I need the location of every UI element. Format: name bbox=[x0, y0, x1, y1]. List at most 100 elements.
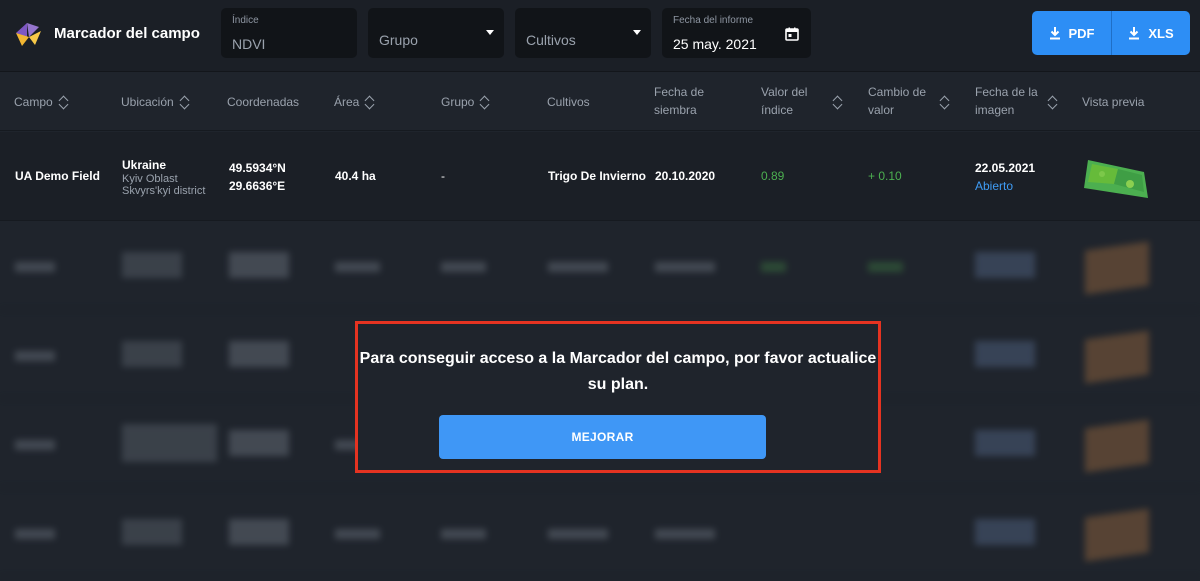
blurred-text bbox=[335, 262, 380, 272]
blurred-text bbox=[229, 430, 289, 456]
column-header-sowing-date: Fecha de siembra bbox=[654, 83, 704, 119]
column-header-image-date-line1: Fecha de la bbox=[975, 85, 1038, 99]
export-xls-label: XLS bbox=[1148, 25, 1174, 41]
index-value: NDVI bbox=[232, 36, 266, 52]
blurred-thumbnail bbox=[1085, 241, 1149, 295]
open-image-link[interactable]: Abierto bbox=[975, 177, 1035, 195]
blurred-text bbox=[15, 351, 55, 361]
column-header-index-value[interactable]: Valor del índice bbox=[761, 83, 807, 119]
blurred-text bbox=[655, 262, 715, 272]
blurred-text bbox=[655, 529, 715, 539]
column-header-crops: Cultivos bbox=[547, 93, 590, 111]
upgrade-button[interactable]: MEJORAR bbox=[439, 415, 766, 459]
column-header-value-change-line2: valor bbox=[868, 103, 895, 117]
location-cell: Ukraine Kyiv Oblast Skvyrs'kyi district bbox=[122, 158, 205, 197]
blurred-thumbnail bbox=[1085, 419, 1149, 473]
chevron-down-icon bbox=[486, 30, 494, 35]
column-header-preview: Vista previa bbox=[1082, 93, 1144, 111]
sort-icon[interactable] bbox=[480, 94, 490, 110]
blurred-text bbox=[868, 262, 903, 272]
column-header-location[interactable]: Ubicación bbox=[121, 93, 190, 111]
column-header-image-date[interactable]: Fecha de la imagen bbox=[975, 83, 1038, 119]
blurred-text bbox=[548, 262, 608, 272]
location-oblast: Kyiv Oblast bbox=[122, 173, 178, 185]
blurred-text bbox=[122, 252, 182, 278]
area-value: 40.4 ha bbox=[335, 169, 376, 183]
report-date-picker[interactable]: Fecha del informe 25 may. 2021 bbox=[662, 8, 811, 58]
chevron-down-icon bbox=[633, 30, 641, 35]
blurred-text bbox=[975, 519, 1035, 545]
index-value: 0.89 bbox=[761, 169, 785, 183]
download-icon bbox=[1129, 27, 1140, 40]
value-change: + 0.10 bbox=[868, 169, 902, 183]
sort-icon[interactable] bbox=[59, 94, 69, 110]
app-logo-icon bbox=[16, 23, 41, 46]
export-xls-button[interactable]: XLS bbox=[1112, 11, 1190, 55]
coordinates-cell: 49.5934°N 29.6636°E bbox=[229, 159, 286, 195]
column-header-coordinates: Coordenadas bbox=[227, 93, 299, 111]
column-header-image-date-line2: imagen bbox=[975, 103, 1015, 117]
column-header-area[interactable]: Área bbox=[334, 93, 375, 111]
blurred-text bbox=[441, 529, 486, 539]
upgrade-prompt: Para conseguir acceso a la Marcador del … bbox=[355, 321, 881, 473]
sort-icon[interactable] bbox=[1048, 94, 1058, 110]
calendar-icon[interactable] bbox=[785, 27, 799, 41]
blurred-text bbox=[229, 519, 289, 545]
blurred-text bbox=[975, 430, 1035, 456]
longitude: 29.6636°E bbox=[229, 179, 286, 193]
blurred-text bbox=[975, 252, 1035, 278]
blurred-text bbox=[15, 440, 55, 450]
export-pdf-label: PDF bbox=[1068, 25, 1095, 41]
column-header-location-label: Ubicación bbox=[121, 95, 174, 109]
column-header-group-label: Grupo bbox=[441, 95, 475, 109]
field-name[interactable]: UA Demo Field bbox=[15, 169, 100, 183]
crop-value: Trigo De Invierno bbox=[548, 169, 647, 183]
column-header-field-label: Campo bbox=[14, 95, 53, 109]
column-header-sowing-date-line2: siembra bbox=[654, 103, 697, 117]
table-header: Campo Ubicación Coordenadas Área Grupo C… bbox=[0, 73, 1200, 131]
export-pdf-button[interactable]: PDF bbox=[1032, 11, 1111, 55]
column-header-area-label: Área bbox=[334, 95, 360, 109]
location-country: Ukraine bbox=[122, 158, 167, 172]
blurred-text bbox=[548, 529, 608, 539]
column-header-crops-label: Cultivos bbox=[547, 95, 590, 109]
crops-placeholder: Cultivos bbox=[526, 32, 576, 48]
upgrade-message: Para conseguir acceso a la Marcador del … bbox=[359, 350, 877, 393]
image-date-value: 22.05.2021 bbox=[975, 161, 1036, 175]
sort-icon[interactable] bbox=[940, 94, 950, 110]
report-date-value: 25 may. 2021 bbox=[673, 36, 757, 52]
crops-select[interactable]: Cultivos bbox=[515, 8, 651, 58]
sort-icon[interactable] bbox=[180, 94, 190, 110]
column-header-coordinates-label: Coordenadas bbox=[227, 95, 300, 109]
blurred-thumbnail bbox=[1085, 508, 1149, 562]
field-preview-thumbnail[interactable] bbox=[1082, 154, 1152, 202]
location-district: Skvyrs'kyi district bbox=[122, 185, 206, 197]
blurred-text bbox=[122, 519, 182, 545]
sort-icon[interactable] bbox=[365, 94, 375, 110]
column-header-value-change[interactable]: Cambio de valor bbox=[868, 83, 926, 119]
blurred-text bbox=[122, 424, 217, 462]
latitude: 49.5934°N bbox=[229, 161, 286, 175]
table-row bbox=[0, 222, 1200, 310]
table-row bbox=[0, 489, 1200, 577]
sort-icon[interactable] bbox=[833, 94, 843, 110]
group-placeholder: Grupo bbox=[379, 32, 418, 48]
index-select[interactable]: Índice NDVI bbox=[221, 8, 357, 58]
blurred-text bbox=[122, 341, 182, 367]
export-buttons: PDF XLS bbox=[1032, 11, 1190, 55]
sowing-date-value: 20.10.2020 bbox=[655, 169, 716, 183]
image-date-cell: 22.05.2021 Abierto bbox=[975, 159, 1035, 195]
group-value: - bbox=[441, 169, 445, 183]
blurred-text bbox=[975, 341, 1035, 367]
column-header-group[interactable]: Grupo bbox=[441, 93, 490, 111]
app-title: Marcador del campo bbox=[54, 25, 200, 42]
blurred-thumbnail bbox=[1085, 330, 1149, 384]
index-label: Índice bbox=[232, 15, 259, 26]
group-select[interactable]: Grupo bbox=[368, 8, 504, 58]
column-header-index-value-line2: índice bbox=[761, 103, 794, 117]
table-row[interactable]: UA Demo Field Ukraine Kyiv Oblast Skvyrs… bbox=[0, 132, 1200, 221]
column-header-value-change-line1: Cambio de bbox=[868, 85, 927, 99]
report-date-label: Fecha del informe bbox=[673, 15, 754, 26]
column-header-field[interactable]: Campo bbox=[14, 93, 69, 111]
blurred-text bbox=[15, 262, 55, 272]
